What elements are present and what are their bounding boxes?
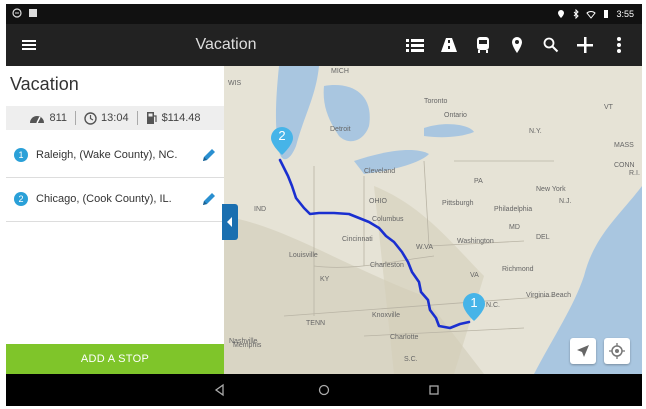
map-label: N.C. [486,302,500,309]
battery-icon [604,10,609,18]
map-label: PA [474,178,483,185]
more-icon [617,37,621,53]
road-icon [441,38,457,52]
map-label: MASS [614,142,634,149]
map-label: MD [509,224,520,231]
stop-label: Chicago, (Cook County), IL. [36,193,172,205]
trip-stats: 811 13:04 $114.48 [6,106,224,130]
map-label: DEL [536,234,550,241]
crosshair-icon [609,343,625,359]
recents-icon[interactable] [426,382,442,398]
marker-number: 2 [278,128,286,143]
map-label: VA [470,272,479,279]
speedometer-icon [30,116,45,124]
transit-icon [477,37,489,53]
add-stop-button[interactable]: ADD A STOP [6,344,224,374]
status-bar: 3:55 [6,4,642,24]
bluetooth-icon [574,9,580,19]
map-label: Knoxville [372,312,401,319]
pencil-icon[interactable] [200,190,218,208]
more-button[interactable] [604,30,634,60]
image-icon [29,9,37,17]
system-nav-bar [6,374,642,406]
status-time: 3:55 [616,9,634,19]
pin-icon [512,37,522,53]
list-item-stop-2[interactable]: 2 Chicago, (Cook County), IL. [6,178,224,222]
divider [75,111,77,125]
clock-icon [84,111,97,125]
map-label: Charlotte [390,334,419,341]
map-label: Washington [457,238,494,245]
map-view[interactable]: MICH WIS Detroit Toronto Ontario N.Y. VT… [224,66,642,374]
map-label: Louisville [289,252,318,259]
pencil-icon[interactable] [200,146,218,164]
list-item-stop-1[interactable]: 1 Raleigh, (Wake County), NC. [6,134,224,178]
list-icon [406,39,424,52]
map-label: WIS [228,80,242,87]
map-label: Columbus [372,216,404,223]
map-label: MICH [331,68,349,75]
map-label: Detroit [330,126,351,133]
notification-icon [12,8,22,18]
navigate-button[interactable] [570,338,596,364]
home-icon[interactable] [316,382,332,398]
map-label: CONN [614,162,635,169]
divider [136,111,138,125]
map-label: OHIO [369,198,387,205]
search-button[interactable] [536,30,566,60]
fuel-icon [146,112,157,124]
transit-button[interactable] [468,30,498,60]
location-icon [558,10,565,18]
app-bar: Vacation [6,24,642,66]
trip-duration: 13:04 [101,112,129,124]
app-title: Vacation [195,36,257,53]
search-icon [543,37,559,53]
map-label: Cleveland [364,168,396,175]
marker-number: 1 [470,295,478,310]
map-label: TENN [306,320,326,327]
map-label: KY [320,276,330,283]
map-label: IND [254,206,267,213]
device-screen: 3:55 Vacation Vacation 811 13:04 $114.48… [6,4,642,406]
map-label: Virginia Beach [526,292,572,299]
list-button[interactable] [400,30,430,60]
wifi-icon [586,11,597,19]
map-label: N.Y. [529,128,542,135]
map-label: Ontario [444,112,467,119]
map-label: Richmond [502,266,534,273]
map-label: Charleston [370,262,404,269]
map-label: Memphis [233,342,262,349]
pin-button[interactable] [502,30,532,60]
trip-cost: $114.48 [161,112,201,124]
trip-distance: 811 [49,112,68,124]
map-label: Philadelphia [494,206,533,213]
back-icon[interactable] [212,382,228,398]
road-button[interactable] [434,30,464,60]
trip-title: Vacation [10,74,79,94]
map-label: VT [604,104,613,111]
map-label: New York [536,186,566,193]
map-label: N.J. [559,198,572,205]
stop-label: Raleigh, (Wake County), NC. [36,149,178,161]
map-label: R.I. [629,170,640,177]
trip-panel: Vacation 811 13:04 $114.48 1 Raleigh, (W… [6,66,224,374]
navigation-arrow-icon [577,345,589,357]
add-button[interactable] [570,30,600,60]
map-label: Pittsburgh [442,200,474,207]
add-icon [577,37,593,53]
map-label: W.VA [416,244,433,251]
map-label: S.C. [404,356,418,363]
stop-number-badge: 2 [14,192,28,206]
panel-collapse-handle[interactable] [222,204,238,240]
my-location-button[interactable] [604,338,630,364]
stop-number-badge: 1 [14,148,28,162]
map-label: Toronto [424,98,448,105]
map-label: Cincinnati [342,236,373,243]
map-canvas [224,66,642,374]
chevron-left-icon [227,217,232,227]
